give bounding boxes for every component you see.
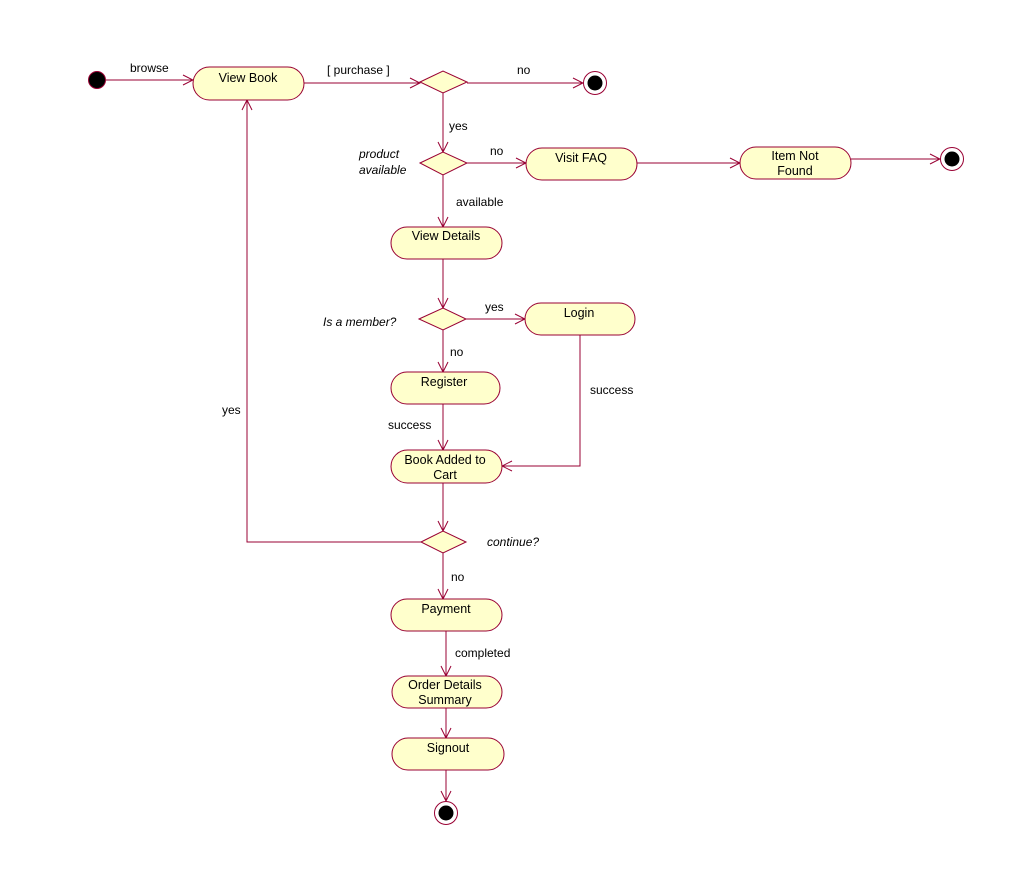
label-available-q: available <box>359 163 407 177</box>
activity-diagram: View Book Visit FAQ Item Not Found View … <box>88 61 964 825</box>
label-login-success: success <box>590 383 633 397</box>
svg-text:Summary: Summary <box>418 693 472 707</box>
svg-text:Book Added to: Book Added to <box>404 453 485 467</box>
svg-text:View Book: View Book <box>219 71 279 85</box>
decision-continue <box>419 530 468 554</box>
label-available: available <box>456 195 504 209</box>
label-browse: browse <box>130 61 169 75</box>
label-continue-yes: yes <box>222 403 241 417</box>
label-is-member: Is a member? <box>323 315 397 329</box>
decision-product-available <box>418 151 469 176</box>
final-node-end <box>434 801 458 825</box>
svg-text:Visit FAQ: Visit FAQ <box>555 151 607 165</box>
svg-text:Cart: Cart <box>433 468 457 482</box>
svg-text:Order Details: Order Details <box>408 678 482 692</box>
activity-login: Login <box>524 302 636 336</box>
decision-is-member <box>417 307 468 331</box>
svg-text:Found: Found <box>777 164 812 178</box>
activity-visit-faq: Visit FAQ <box>525 147 638 181</box>
svg-text:Payment: Payment <box>421 602 471 616</box>
edge-login-success <box>502 335 581 466</box>
label-product: product <box>358 147 400 161</box>
decision-purchase <box>418 70 469 94</box>
label-completed: completed <box>455 646 510 660</box>
label-purchase-yes: yes <box>449 119 468 133</box>
activity-book-added-to-cart: Book Added to Cart <box>390 449 503 484</box>
label-product-no: no <box>490 144 504 158</box>
activity-item-not-found: Item Not Found <box>739 146 852 180</box>
svg-text:Item Not: Item Not <box>771 149 819 163</box>
label-member-yes: yes <box>485 300 504 314</box>
activity-view-details: View Details <box>390 226 503 260</box>
activity-view-book: View Book <box>192 66 305 101</box>
svg-text:Login: Login <box>564 306 595 320</box>
svg-text:Register: Register <box>421 375 468 389</box>
label-purchase-no: no <box>517 63 531 77</box>
transitions <box>106 80 940 801</box>
label-purchase: [ purchase ] <box>327 63 390 77</box>
label-continue: continue? <box>487 535 539 549</box>
final-node-not-found <box>940 147 964 171</box>
label-register-success: success <box>388 418 431 432</box>
label-member-no: no <box>450 345 464 359</box>
activity-order-details-summary: Order Details Summary <box>391 675 503 709</box>
initial-node <box>88 71 106 89</box>
svg-text:View Details: View Details <box>412 229 481 243</box>
final-node-no-purchase <box>583 71 607 95</box>
svg-text:Signout: Signout <box>427 741 470 755</box>
activity-register: Register <box>390 371 501 405</box>
activity-signout: Signout <box>391 737 505 771</box>
activity-payment: Payment <box>390 598 503 632</box>
label-continue-no: no <box>451 570 465 584</box>
